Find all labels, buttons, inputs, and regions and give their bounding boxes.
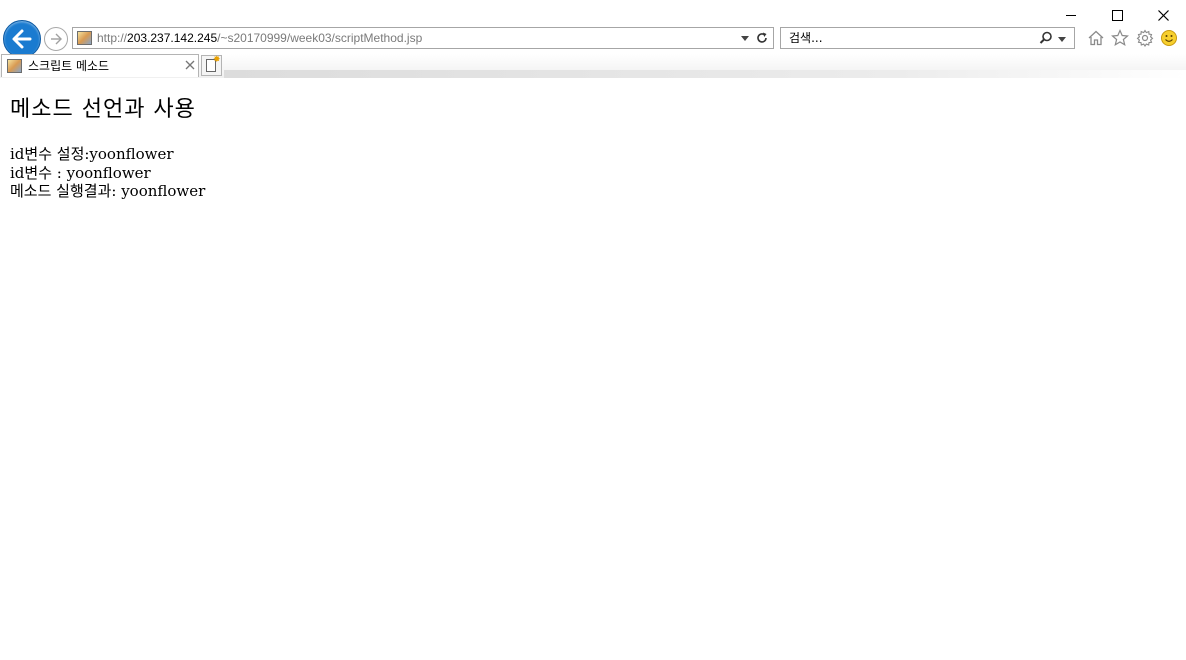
- star-icon[interactable]: [1111, 29, 1129, 47]
- search-box[interactable]: 검색...: [780, 27, 1075, 49]
- page-title: 메소드 선언과 사용: [10, 97, 196, 122]
- url-path: /~s20170999/week03/scriptMethod.jsp: [217, 31, 423, 45]
- close-icon: [1157, 9, 1169, 21]
- minimize-button[interactable]: [1048, 0, 1094, 30]
- site-favicon-icon: [77, 31, 92, 45]
- minimize-icon: [1066, 14, 1076, 16]
- browser-chrome: http://203.237.142.245/~s20170999/week03…: [0, 0, 1186, 78]
- back-button[interactable]: [3, 20, 41, 58]
- close-window-button[interactable]: [1140, 0, 1186, 30]
- page-content: 메소드 선언과 사용 id변수 설정:yoonflower id변수 : yoo…: [10, 78, 1170, 201]
- new-tab-button[interactable]: ✸: [201, 55, 222, 76]
- maximize-button[interactable]: [1094, 0, 1140, 30]
- output-line: id변수 : yoonflower: [10, 163, 151, 182]
- back-arrow-icon: [12, 29, 32, 49]
- forward-button[interactable]: [44, 27, 68, 51]
- search-icon[interactable]: [1039, 31, 1053, 45]
- address-dropdown-icon[interactable]: [741, 36, 749, 41]
- output-lines: id변수 설정:yoonflower id변수 : yoonflower 메소드…: [10, 145, 1170, 201]
- address-bar[interactable]: http://203.237.142.245/~s20170999/week03…: [72, 27, 774, 49]
- tab-title: 스크립트 메소드: [28, 59, 110, 73]
- refresh-icon[interactable]: [755, 31, 769, 45]
- gear-icon[interactable]: [1136, 29, 1154, 47]
- url-host: 203.237.142.245: [127, 31, 218, 45]
- output-line: 메소드 실행결과: yoonflower: [10, 182, 206, 200]
- tab-strip-shadow: [224, 70, 1186, 78]
- home-icon[interactable]: [1087, 29, 1105, 47]
- tab-script-method[interactable]: 스크립트 메소드: [1, 54, 199, 77]
- new-tab-spark-icon: ✸: [213, 55, 221, 65]
- smiley-icon[interactable]: [1160, 29, 1178, 47]
- tab-close-icon[interactable]: [185, 60, 195, 70]
- output-line: id변수 설정:yoonflower: [10, 145, 174, 163]
- tab-favicon-icon: [7, 59, 22, 73]
- url-prefix: http://: [97, 31, 128, 45]
- search-dropdown-icon[interactable]: [1058, 37, 1066, 42]
- maximize-icon: [1111, 9, 1123, 21]
- search-input[interactable]: 검색...: [789, 31, 823, 46]
- forward-arrow-icon: [51, 33, 62, 45]
- url-text[interactable]: http://203.237.142.245/~s20170999/week03…: [97, 31, 422, 46]
